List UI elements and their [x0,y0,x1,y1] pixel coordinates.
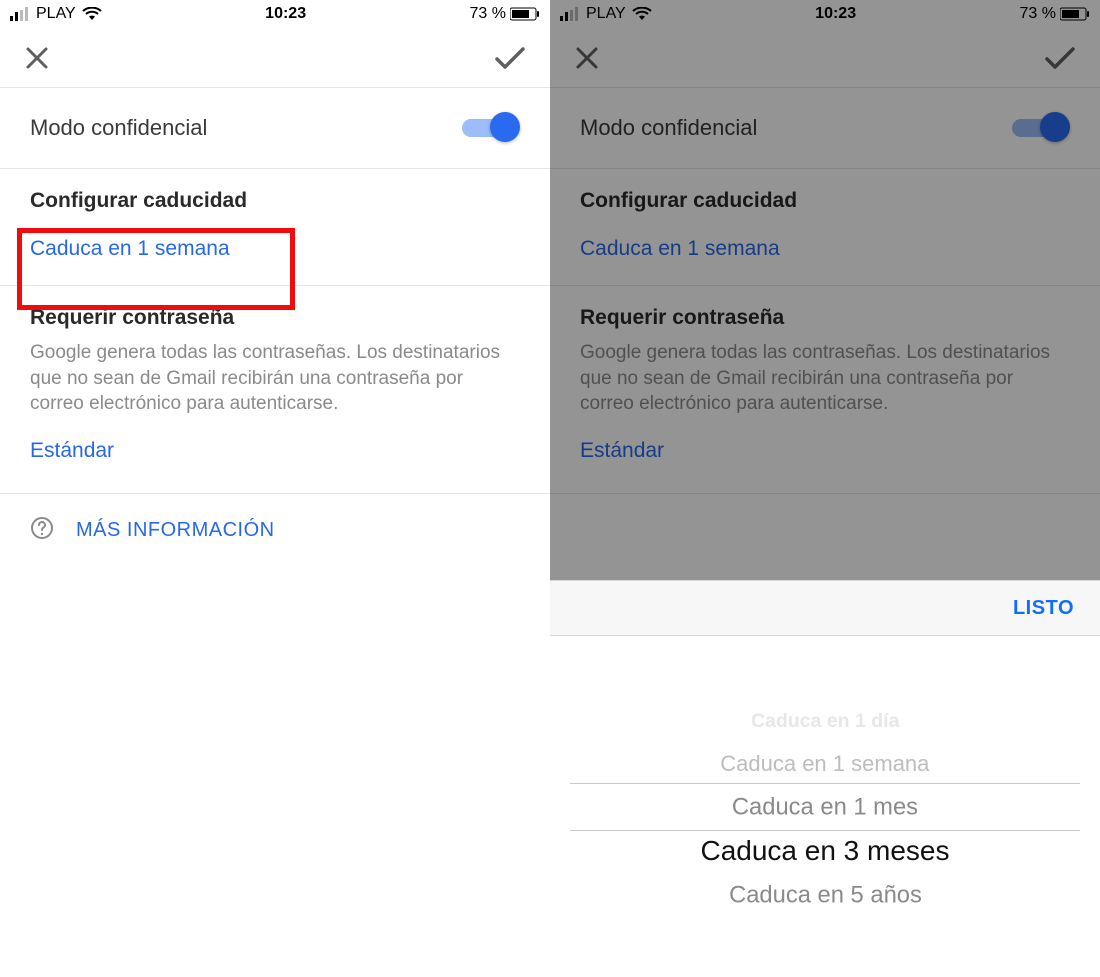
status-bar: PLAY 10:23 73 % [0,0,550,28]
carrier-label: PLAY [36,5,76,23]
picker-option[interactable]: Caduca en 1 semana [720,744,929,783]
password-title: Requerir contraseña [30,306,520,330]
status-time: 10:23 [265,5,306,23]
wifi-icon [82,7,102,21]
picker-option-selected[interactable]: Caduca en 3 meses [700,829,949,873]
battery-icon [510,7,540,21]
expiry-value-link[interactable]: Caduca en 1 semana [30,237,230,261]
confidential-toggle-row[interactable]: Modo confidencial [0,88,550,169]
phone-right: PLAY 10:23 73 % Modo confidencial [550,0,1100,977]
picker-done-button[interactable]: LISTO [1013,597,1074,620]
check-icon[interactable] [494,45,526,71]
password-section: Requerir contraseña Google genera todas … [0,286,550,494]
dim-overlay [550,0,1100,580]
expiry-section: Configurar caducidad Caduca en 1 semana [0,169,550,286]
password-desc: Google genera todas las contraseñas. Los… [30,340,520,417]
expiry-title: Configurar caducidad [30,189,520,213]
signal-icon [10,7,30,21]
picker-option[interactable]: Caduca en 1 día [751,703,899,737]
picker-wheel[interactable]: Caduca en 1 día Caduca en 1 semana Caduc… [550,636,1100,977]
password-value-link[interactable]: Estándar [30,439,114,463]
help-icon [30,516,54,545]
picker-option[interactable]: Caduca en 1 mes [732,786,918,828]
phone-left: PLAY 10:23 73 % Modo confidencial [0,0,550,977]
picker-toolbar: LISTO [550,580,1100,636]
more-info-row[interactable]: MÁS INFORMACIÓN [0,494,550,567]
close-icon[interactable] [24,45,50,71]
picker-option[interactable]: Caduca en 5 años [729,874,922,916]
confidential-label: Modo confidencial [30,115,207,141]
battery-percent: 73 % [470,5,506,23]
modal-header [0,28,550,88]
more-info-link[interactable]: MÁS INFORMACIÓN [76,519,275,542]
toggle-switch[interactable] [462,112,520,144]
